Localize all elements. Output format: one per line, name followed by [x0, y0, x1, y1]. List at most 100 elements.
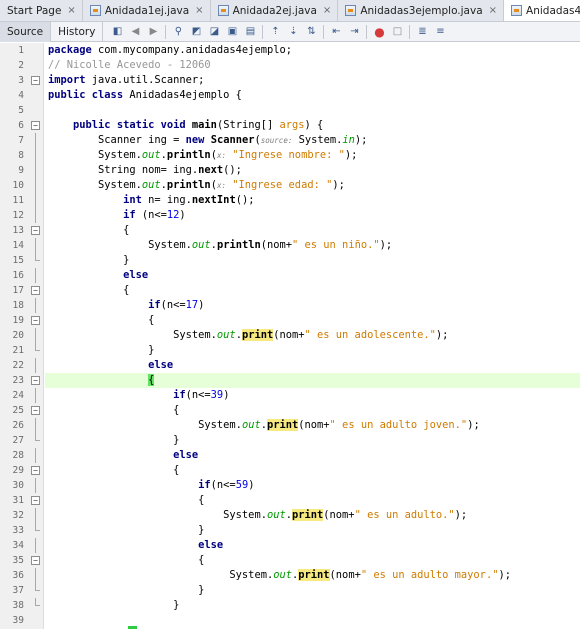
code-line[interactable]: 3− import java.util.Scanner; [0, 73, 580, 88]
fold-toggle-icon[interactable]: − [31, 466, 40, 475]
toggle-bookmark-icon[interactable]: ⇅ [304, 25, 318, 39]
history-view-button[interactable]: History [51, 21, 104, 42]
code-line[interactable]: 2 // Nicolle Acevedo - 12060 [0, 58, 580, 73]
code-line[interactable]: 24 if(n<=39) [0, 388, 580, 403]
fold-toggle-icon[interactable]: − [31, 556, 40, 565]
code-line[interactable]: 9 String nom= ing.next(); [0, 163, 580, 178]
last-edit-icon[interactable]: ◧ [110, 25, 124, 39]
line-number: 2 [18, 60, 24, 71]
code-line[interactable]: 12 if (n<=12) [0, 208, 580, 223]
comment-icon[interactable]: ≣ [415, 25, 429, 39]
stop-icon[interactable]: □ [390, 25, 404, 39]
code-text: { [48, 464, 180, 476]
close-icon[interactable]: × [489, 5, 497, 16]
editor-tab-bar: Start Page × Anidada1ej.java × Anidada2ej.ja… [0, 0, 580, 22]
toolbar-separator [366, 24, 368, 39]
line-number: 5 [18, 105, 24, 116]
code-editor[interactable]: 1 package com.mycompany.anidadas4ejemplo;… [0, 43, 580, 629]
fold-guide [35, 133, 36, 148]
find-next-icon[interactable]: ◪ [207, 25, 221, 39]
tab-label: Anidadas4ejemplo.java [526, 4, 580, 17]
code-line[interactable]: 38 } [0, 598, 580, 613]
code-text: if(n<=59) [198, 479, 255, 491]
fold-toggle-icon[interactable]: − [31, 496, 40, 505]
code-text: { [48, 554, 205, 566]
tab-label: Start Page [7, 4, 62, 17]
code-line[interactable]: 8 System.out.println(x: "Ingrese nombre:… [0, 148, 580, 163]
code-line[interactable]: 33 } [0, 523, 580, 538]
code-line[interactable]: 30 if(n<=59) [0, 478, 580, 493]
code-line[interactable]: 5 [0, 103, 580, 118]
code-line[interactable]: 19− { [0, 313, 580, 328]
code-line[interactable]: 35− { [0, 553, 580, 568]
code-line[interactable]: 11 int n= ing.nextInt(); [0, 193, 580, 208]
code-line[interactable]: 14 System.out.println(nom+" es un niño."… [0, 238, 580, 253]
close-icon[interactable]: × [195, 5, 203, 16]
search-icon[interactable]: ⚲ [171, 25, 185, 39]
line-number: 32 [12, 510, 24, 521]
close-icon[interactable]: × [67, 5, 75, 16]
code-line[interactable]: 36 System.out.print(nom+" es un adulto m… [0, 568, 580, 583]
tab-anidadas3ejemplo-java[interactable]: Anidadas3ejemplo.java × [338, 0, 505, 21]
previous-bookmark-icon[interactable]: ⇡ [268, 25, 282, 39]
tab-anidadas4ejemplo-java[interactable]: Anidadas4ejemplo.java× [504, 0, 580, 21]
fold-toggle-icon[interactable]: − [31, 316, 40, 325]
shift-right-icon[interactable]: ⇥ [347, 25, 361, 39]
fold-guide [35, 478, 36, 493]
code-line[interactable]: 22 else [0, 358, 580, 373]
code-line[interactable]: 34 else [0, 538, 580, 553]
code-text: { [48, 404, 180, 416]
code-line[interactable]: 31− { [0, 493, 580, 508]
code-line[interactable]: 23− { [0, 373, 580, 388]
fold-guide [35, 538, 36, 553]
toggle-breakpoint-icon[interactable]: ● [372, 25, 386, 39]
code-line[interactable]: 1 package com.mycompany.anidadas4ejemplo; [0, 43, 580, 58]
line-number: 9 [18, 165, 24, 176]
tab-anidada1ej-java[interactable]: Anidada1ej.java × [82, 0, 211, 21]
line-number: 16 [12, 270, 24, 281]
code-line[interactable]: 7 Scanner ing = new Scanner(source: Syst… [0, 133, 580, 148]
find-previous-icon[interactable]: ◩ [189, 25, 203, 39]
shift-left-icon[interactable]: ⇤ [329, 25, 343, 39]
line-number: 21 [12, 345, 24, 356]
fold-toggle-icon[interactable]: − [31, 76, 40, 85]
code-line[interactable]: 25− { [0, 403, 580, 418]
next-bookmark-icon[interactable]: ⇣ [286, 25, 300, 39]
code-line[interactable]: 26 System.out.print(nom+" es un adulto j… [0, 418, 580, 433]
tab-anidada2ej-java[interactable]: Anidada2ej.java × [210, 0, 339, 21]
code-line[interactable]: 28 else [0, 448, 580, 463]
code-line[interactable]: 37 } [0, 583, 580, 598]
code-line[interactable]: 18 if(n<=17) [0, 298, 580, 313]
close-icon[interactable]: × [323, 5, 331, 16]
fold-guide [35, 568, 36, 583]
forward-icon[interactable]: ▶ [146, 25, 160, 39]
line-number: 6 [18, 120, 24, 131]
code-area[interactable]: 1 package com.mycompany.anidadas4ejemplo;… [0, 43, 580, 629]
code-line[interactable]: 27 } [0, 433, 580, 448]
code-line[interactable]: 15 } [0, 253, 580, 268]
code-line[interactable]: 13− { [0, 223, 580, 238]
fold-toggle-icon[interactable]: − [31, 376, 40, 385]
code-line[interactable]: 29− { [0, 463, 580, 478]
code-line[interactable]: 17− { [0, 283, 580, 298]
source-view-button[interactable]: Source [0, 21, 52, 42]
code-line[interactable]: 21 } [0, 343, 580, 358]
code-line[interactable]: 4 public class Anidadas4ejemplo { [0, 88, 580, 103]
code-text: System.out.print(nom+" es un adulto mayo… [48, 569, 511, 581]
back-icon[interactable]: ◀ [128, 25, 142, 39]
code-line[interactable]: 6− public static void main(String[] args… [0, 118, 580, 133]
tab-label: Anidada2ej.java [232, 4, 317, 17]
code-line[interactable]: 16 else [0, 268, 580, 283]
fold-toggle-icon[interactable]: − [31, 226, 40, 235]
code-line[interactable]: 32 System.out.print(nom+" es un adulto."… [0, 508, 580, 523]
code-line[interactable]: 20 System.out.print(nom+" es un adolesce… [0, 328, 580, 343]
find-selection-icon[interactable]: ▣ [225, 25, 239, 39]
uncomment-icon[interactable]: ≡ [433, 25, 447, 39]
code-line[interactable]: 10 System.out.println(x: "Ingrese edad: … [0, 178, 580, 193]
toggle-highlight-icon[interactable]: ▤ [243, 25, 257, 39]
fold-toggle-icon[interactable]: − [31, 121, 40, 130]
fold-toggle-icon[interactable]: − [31, 286, 40, 295]
tab-start-page[interactable]: Start Page × [0, 0, 83, 21]
fold-toggle-icon[interactable]: − [31, 406, 40, 415]
code-line[interactable]: 39 [0, 613, 580, 628]
